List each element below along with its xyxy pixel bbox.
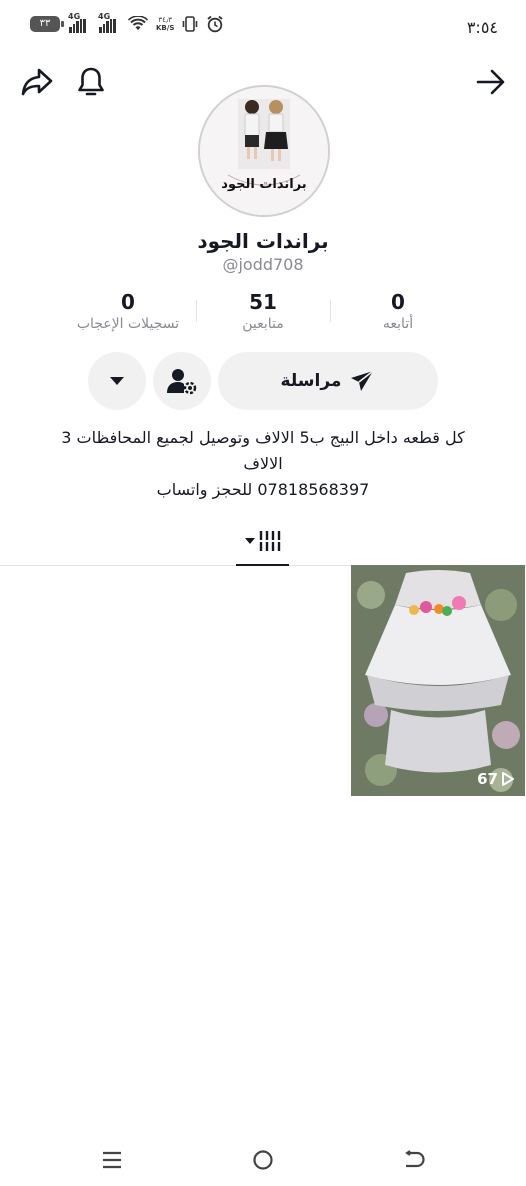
following-label: أتابعه bbox=[382, 316, 414, 332]
followers-count: 51 bbox=[249, 290, 277, 314]
net-speed-value: ٣٤٫٣ bbox=[158, 16, 172, 24]
followers-label: متابعين bbox=[242, 316, 284, 332]
video-thumbnail-image bbox=[351, 565, 525, 796]
bell-icon bbox=[78, 67, 104, 96]
share-icon bbox=[21, 68, 53, 96]
play-icon bbox=[502, 772, 514, 786]
avatar-image bbox=[200, 87, 328, 215]
notifications-button[interactable] bbox=[71, 62, 111, 102]
profile-settings-button[interactable] bbox=[153, 352, 211, 410]
wifi-icon bbox=[128, 16, 148, 30]
likes-label: تسجيلات الإعجاب bbox=[76, 316, 180, 332]
back-icon bbox=[405, 1150, 425, 1168]
send-icon bbox=[351, 370, 374, 391]
message-button[interactable]: مراسلة bbox=[218, 352, 438, 410]
net-speed-unit: KB/S bbox=[156, 24, 175, 32]
content-tabs bbox=[0, 518, 526, 566]
tab-videos[interactable] bbox=[236, 518, 289, 564]
home-icon bbox=[253, 1150, 273, 1170]
more-options-button[interactable] bbox=[88, 352, 146, 410]
bio-line: 07818568397 للحجز واتساب bbox=[156, 480, 370, 499]
signal-type-label: 4G bbox=[68, 12, 81, 21]
alarm-icon bbox=[207, 15, 223, 33]
recent-apps-button[interactable] bbox=[90, 1138, 134, 1182]
share-button[interactable] bbox=[17, 62, 57, 102]
user-settings-icon bbox=[167, 369, 197, 395]
battery-icon: ٣٣ bbox=[30, 16, 64, 32]
display-name: براندات الجود bbox=[197, 229, 329, 253]
views-count: 67 bbox=[477, 770, 498, 788]
signal-icon: 4G bbox=[98, 12, 120, 33]
home-button[interactable] bbox=[241, 1138, 285, 1182]
signal-icon: 4G bbox=[68, 12, 90, 33]
net-speed: ٣٤٫٣ KB/S bbox=[156, 16, 174, 32]
back-button[interactable] bbox=[471, 62, 511, 102]
signal-type-label: 4G bbox=[98, 12, 111, 21]
bio: كل قطعه داخل البيج ب5 الالاف وتوصيل لجمي… bbox=[30, 425, 496, 503]
username: @jodd708 bbox=[222, 255, 304, 274]
avatar-brand-text: براندات الجود bbox=[221, 177, 307, 192]
followers-stat[interactable]: 51 متابعين bbox=[193, 290, 333, 332]
tab-active-indicator bbox=[236, 564, 289, 566]
following-count: 0 bbox=[391, 290, 405, 314]
system-navigation-bar bbox=[0, 1138, 526, 1182]
message-label: مراسلة bbox=[280, 371, 342, 391]
bio-line: كل قطعه داخل البيج ب5 الالاف وتوصيل لجمي… bbox=[61, 428, 465, 447]
back-arrow-icon bbox=[476, 69, 505, 95]
likes-count: 0 bbox=[121, 290, 135, 314]
status-bar: ٣٣ 4G 4G ٣٤٫٣ KB/S ٣:٥٤ bbox=[0, 0, 526, 56]
clock: ٣:٥٤ bbox=[466, 18, 498, 37]
caret-down-icon bbox=[110, 377, 124, 385]
vibrate-icon bbox=[183, 16, 198, 32]
likes-stat[interactable]: 0 تسجيلات الإعجاب bbox=[58, 290, 198, 332]
avatar[interactable]: براندات الجود bbox=[198, 85, 330, 217]
status-icons: ٣٣ 4G 4G ٣٤٫٣ KB/S bbox=[30, 12, 224, 33]
video-thumbnail[interactable]: 67 bbox=[351, 565, 525, 796]
menu-icon bbox=[103, 1151, 121, 1169]
bio-line: الالاف bbox=[243, 454, 283, 473]
system-back-button[interactable] bbox=[392, 1138, 436, 1182]
videos-grid-icon bbox=[258, 531, 281, 551]
following-stat[interactable]: 0 أتابعه bbox=[328, 290, 468, 332]
dropdown-caret-icon bbox=[244, 538, 255, 544]
video-views: 67 bbox=[477, 770, 515, 788]
